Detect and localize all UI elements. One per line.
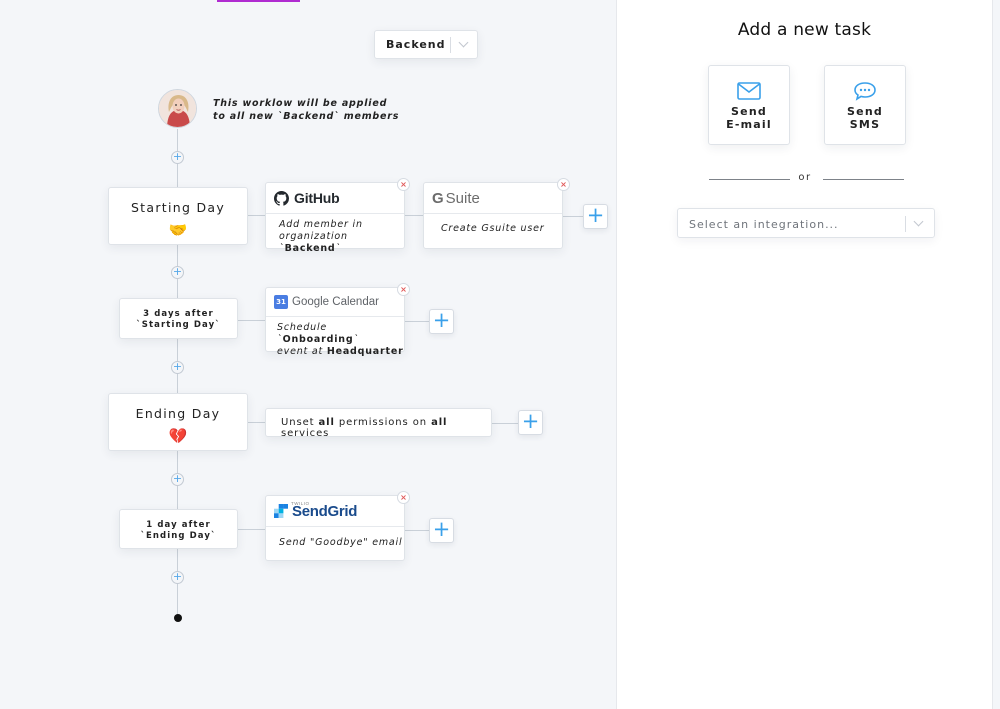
sendgrid-icon xyxy=(274,504,288,518)
remove-task-button[interactable]: × xyxy=(397,178,410,191)
send-sms-label-1: Send xyxy=(847,105,883,118)
calendar-icon: 31 xyxy=(274,295,288,309)
step-starting-day[interactable]: Starting Day 🤝 xyxy=(108,187,248,245)
step-title-line-1: 3 days after xyxy=(143,309,214,319)
github-logo-text: GitHub xyxy=(294,190,340,206)
workflow-end-dot xyxy=(174,614,182,622)
intro-line-2: to all new `Backend` members xyxy=(213,111,400,122)
task-github[interactable]: GitHub Add member in organization `Backe… xyxy=(265,182,405,254)
task-text: Add member in xyxy=(279,219,363,230)
add-task-button[interactable]: + xyxy=(583,204,608,229)
gsuite-logo-text: Suite xyxy=(445,189,480,207)
task-header: 31 Google Calendar xyxy=(266,288,404,317)
google-calendar-logo-text: Google Calendar xyxy=(292,296,379,308)
task-text: Create Gsuite user xyxy=(441,223,545,234)
task-header: TWILIO SendGrid xyxy=(266,496,404,527)
team-select-value: Backend xyxy=(386,38,446,51)
integration-select[interactable]: Select an integration... xyxy=(677,208,935,238)
chat-bubble-icon xyxy=(852,81,878,101)
task-text-bold: Backend xyxy=(284,243,336,254)
step-ending-day[interactable]: Ending Day 💔 xyxy=(108,393,248,451)
task-text-bold: Onboarding xyxy=(282,334,354,345)
step-title: Starting Day xyxy=(130,200,226,215)
workflow-canvas: Backend This worklow will be applied to … xyxy=(0,0,617,709)
task-text: permissions on xyxy=(334,417,432,428)
task-sendgrid[interactable]: TWILIO SendGrid Send "Goodbye" email xyxy=(265,495,405,561)
task-description: Schedule `Onboarding` event at Headquart… xyxy=(266,317,404,358)
workflow-intro: This worklow will be applied to all new … xyxy=(213,97,399,123)
add-step-button[interactable]: + xyxy=(171,151,184,164)
connector-line xyxy=(248,215,265,216)
task-text-bold: all xyxy=(318,417,335,428)
task-text-bold: all xyxy=(431,417,448,428)
avatar xyxy=(158,89,197,128)
active-tab-indicator xyxy=(217,0,300,2)
task-google-calendar[interactable]: 31 Google Calendar Schedule `Onboarding`… xyxy=(265,287,405,357)
divider-line xyxy=(709,179,790,180)
select-divider xyxy=(450,37,451,53)
or-separator: or xyxy=(798,172,812,183)
task-text-bold: Headquarter xyxy=(326,346,404,357)
task-text: services xyxy=(281,428,330,439)
divider-line xyxy=(823,179,904,180)
connector-line xyxy=(238,320,265,321)
send-sms-label-2: SMS xyxy=(849,118,881,131)
connector-line xyxy=(238,529,265,530)
connector-line xyxy=(563,216,583,217)
add-step-button[interactable]: + xyxy=(171,571,184,584)
add-step-button[interactable]: + xyxy=(171,266,184,279)
connector-line xyxy=(492,423,518,424)
task-description: Create Gsuite user xyxy=(424,214,562,235)
connector-line xyxy=(405,530,429,531)
chevron-down-icon xyxy=(458,37,469,48)
integration-select-placeholder: Select an integration... xyxy=(689,218,839,231)
twilio-label: TWILIO xyxy=(291,501,310,506)
step-title-line-2: `Ending Day` xyxy=(140,531,217,541)
add-step-button[interactable]: + xyxy=(171,473,184,486)
send-email-label-2: E-mail xyxy=(726,118,772,131)
connector-line xyxy=(248,422,265,423)
add-task-button[interactable]: + xyxy=(518,410,543,435)
github-icon xyxy=(274,190,289,206)
connector-line xyxy=(405,321,429,322)
panel-title: Add a new task xyxy=(737,20,872,40)
task-text: Send "Goodbye" email xyxy=(279,537,403,548)
send-email-label-1: Send xyxy=(731,105,767,118)
chevron-down-icon xyxy=(913,216,924,227)
intro-line-1: This worklow will be applied xyxy=(213,98,388,109)
task-text: ` xyxy=(335,243,342,254)
task-header: G Suite xyxy=(424,183,562,214)
add-task-button[interactable]: + xyxy=(429,518,454,543)
task-text: Unset xyxy=(281,417,319,428)
step-title-line-1: 1 day after xyxy=(146,520,211,530)
task-text: event at xyxy=(277,346,327,357)
step-title-line-2: `Starting Day` xyxy=(136,320,221,330)
add-task-panel: Add a new task Send E-mail Send SMS or S… xyxy=(617,0,1000,709)
envelope-icon xyxy=(736,81,762,101)
add-task-button[interactable]: + xyxy=(429,309,454,334)
remove-task-button[interactable]: × xyxy=(397,283,410,296)
send-email-button[interactable]: Send E-mail xyxy=(708,65,790,145)
gsuite-logo-g: G xyxy=(432,189,444,207)
connector-line xyxy=(405,215,423,216)
send-sms-button[interactable]: Send SMS xyxy=(824,65,906,145)
window-edge xyxy=(992,0,1000,709)
select-divider xyxy=(905,216,906,232)
team-select[interactable]: Backend xyxy=(374,30,478,59)
task-unset-permissions[interactable]: Unset all permissions on all services xyxy=(265,408,492,439)
task-description: Send "Goodbye" email xyxy=(266,527,404,549)
broken-heart-icon: 💔 xyxy=(168,427,188,445)
task-header: GitHub xyxy=(266,183,404,214)
task-description: Add member in organization `Backend` xyxy=(266,214,404,255)
step-title: Ending Day xyxy=(135,406,221,421)
avatar-image xyxy=(159,90,196,127)
remove-task-button[interactable]: × xyxy=(397,491,410,504)
task-text: ` xyxy=(353,334,360,345)
task-gsuite[interactable]: G Suite Create Gsuite user xyxy=(423,182,563,249)
step-1-day-after[interactable]: 1 day after `Ending Day` xyxy=(119,509,238,549)
remove-task-button[interactable]: × xyxy=(557,178,570,191)
handshake-icon: 🤝 xyxy=(168,221,188,239)
add-step-button[interactable]: + xyxy=(171,361,184,374)
step-3-days-after[interactable]: 3 days after `Starting Day` xyxy=(119,298,238,339)
